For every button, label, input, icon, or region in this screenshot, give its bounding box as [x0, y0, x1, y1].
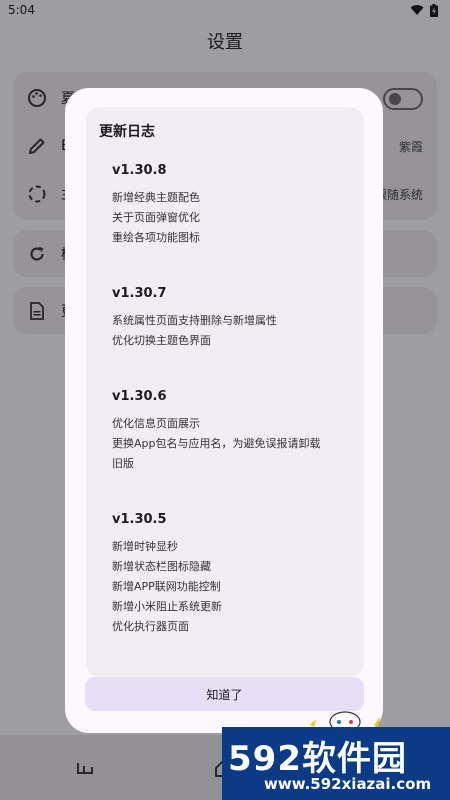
watermark-url: www.592xiazai.com — [264, 775, 432, 793]
change-note: 新增状态栏图标隐藏 — [112, 560, 211, 573]
change-note: 旧版 — [112, 457, 134, 470]
changelog-entry: v1.30.8 新增经典主题配色 关于页面弹窗优化 重绘各项功能图标 — [112, 163, 342, 248]
version-label: v1.30.5 — [112, 512, 167, 527]
version-label: v1.30.6 — [112, 389, 167, 404]
watermark-logo: 592软件园 www.592xiazai.com — [222, 727, 450, 800]
changelog-panel[interactable]: 更新日志 v1.30.8 新增经典主题配色 关于页面弹窗优化 重绘各项功能图标 … — [86, 107, 364, 677]
version-label: v1.30.7 — [112, 286, 167, 301]
changelog-dialog: 更新日志 v1.30.8 新增经典主题配色 关于页面弹窗优化 重绘各项功能图标 … — [65, 88, 383, 733]
change-note: 更换App包名与应用名，为避免误报请卸载 — [112, 437, 321, 450]
change-note: 新增经典主题配色 — [112, 191, 200, 204]
changelog-entry: v1.30.7 系统属性页面支持删除与新增属性 优化切换主题色界面 — [112, 286, 342, 351]
version-label: v1.30.8 — [112, 163, 167, 178]
dialog-title: 更新日志 — [99, 124, 155, 140]
change-note: 新增时钟显秒 — [112, 540, 178, 553]
changelog-list: v1.30.8 新增经典主题配色 关于页面弹窗优化 重绘各项功能图标 v1.30… — [112, 163, 342, 675]
change-note: 重绘各项功能图标 — [112, 231, 200, 244]
changelog-entry: v1.30.6 优化信息页面展示 更换App包名与应用名，为避免误报请卸载 旧版 — [112, 389, 342, 474]
changelog-entry: v1.30.5 新增时钟显秒 新增状态栏图标隐藏 新增APP联网功能控制 新增小… — [112, 512, 342, 637]
change-note: 新增APP联网功能控制 — [112, 580, 221, 593]
change-note: 关于页面弹窗优化 — [112, 211, 200, 224]
change-note: 优化切换主题色界面 — [112, 334, 211, 347]
change-note: 优化信息页面展示 — [112, 417, 200, 430]
watermark-logo-text: 592软件园 — [228, 739, 407, 779]
change-note: 新增小米阻止系统更新 — [112, 600, 222, 613]
change-note: 系统属性页面支持删除与新增属性 — [112, 314, 277, 327]
change-note: 优化执行器页面 — [112, 620, 189, 633]
